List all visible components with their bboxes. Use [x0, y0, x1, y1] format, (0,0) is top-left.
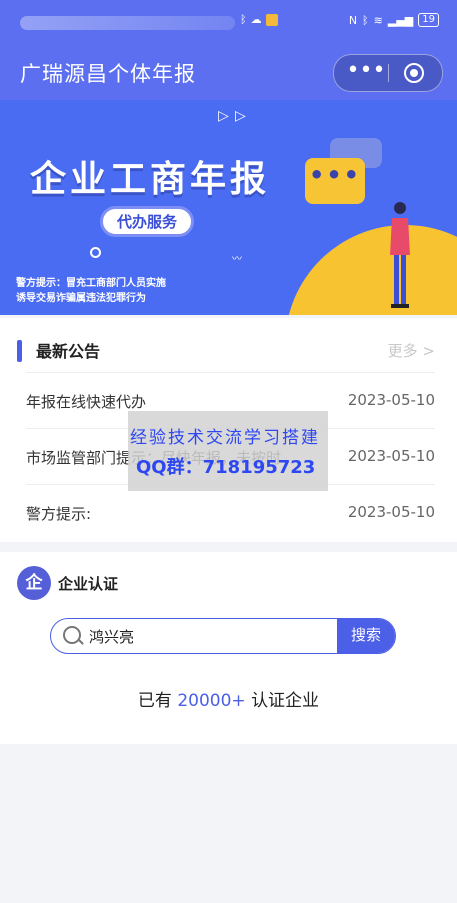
- cloud-icon: ☁: [250, 13, 262, 26]
- notice-item-title: 年报在线快速代办: [26, 393, 147, 411]
- nfc-icon: N: [348, 13, 358, 27]
- banner-headline: 企业工商年报: [30, 159, 271, 200]
- notice-title: 最新公告: [36, 342, 101, 361]
- battery-icon: 19: [418, 13, 439, 27]
- wifi-icon: ≋: [373, 13, 383, 27]
- chat-bubble-icon: •••: [305, 158, 365, 204]
- ring-decoration: [90, 247, 101, 258]
- watermark-line: QQ群：718195723: [136, 457, 316, 478]
- banner[interactable]: ▷ ▷ ••• 企业工商年报 代办服务 〰 警方提示：冒充工商部门人员实施 诱导…: [0, 100, 457, 315]
- status-app-icons: ᛒ ☁: [240, 13, 278, 26]
- banner-warning: 警方提示：冒充工商部门人员实施 诱导交易诈骗属违法犯罪行为: [16, 276, 166, 306]
- play-icon: ▷: [218, 108, 229, 124]
- signal-icon: ▂▄▆: [387, 13, 414, 27]
- shield-icon: [265, 13, 278, 26]
- cert-stat-prefix: 已有: [137, 691, 172, 711]
- status-system-icons: N ᛒ ≋ ▂▄▆ 19: [349, 13, 439, 27]
- cert-stat-suffix: 认证企业: [251, 691, 320, 711]
- play-icon: ▷: [235, 108, 246, 124]
- search-button[interactable]: 搜索: [337, 619, 395, 653]
- watermark: 经验技术交流学习搭建 QQ群：718195723: [128, 411, 328, 491]
- notice-item[interactable]: 警方提示: 2023-05-10: [26, 484, 435, 541]
- status-bar: ᛒ ☁ N ᛒ ≋ ▂▄▆ 19: [0, 12, 457, 36]
- page-title: 广瑞源昌个体年报: [20, 62, 196, 86]
- wave-decoration: 〰: [232, 254, 242, 265]
- cert-stat: 已有 20000+ 认证企业: [0, 686, 457, 711]
- top-bar: ᛒ ☁ N ᛒ ≋ ▂▄▆ 19 广瑞源昌个体年报 •••: [0, 0, 457, 100]
- cert-card: 企 企业认证 鸿兴亮 搜索 已有 20000+ 认证企业: [0, 552, 457, 744]
- banner-badge: 代办服务: [100, 206, 195, 237]
- target-icon[interactable]: [404, 63, 424, 83]
- cert-stat-count: 20000+: [177, 691, 246, 711]
- more-dots-icon[interactable]: •••: [346, 60, 386, 84]
- more-link[interactable]: 更多 >: [388, 340, 435, 361]
- company-logo-icon: 企: [17, 566, 51, 600]
- watermark-line: 经验技术交流学习搭建: [130, 428, 320, 448]
- bluetooth-icon: ᛒ: [240, 13, 247, 26]
- notice-item-date: 2023-05-10: [347, 391, 435, 409]
- notice-item-date: 2023-05-10: [347, 503, 435, 521]
- banner-warning-line: 警方提示：冒充工商部门人员实施: [16, 278, 166, 289]
- banner-warning-line: 诱导交易诈骗属违法犯罪行为: [16, 293, 146, 304]
- section-accent-bar: [17, 340, 22, 362]
- search-input[interactable]: 鸿兴亮: [89, 626, 134, 647]
- person-illustration: [390, 202, 410, 308]
- search-box: 鸿兴亮 搜索: [50, 618, 396, 654]
- cert-title: 企业认证: [58, 575, 119, 593]
- sun-graphic: [285, 225, 457, 315]
- miniprogram-capsule: •••: [333, 54, 443, 92]
- status-blur: [20, 16, 235, 30]
- capsule-divider: [388, 64, 389, 82]
- search-icon: [63, 626, 81, 644]
- bluetooth-icon: ᛒ: [362, 13, 369, 27]
- notice-item-title: 警方提示:: [26, 505, 92, 523]
- notice-item-date: 2023-05-10: [347, 447, 435, 465]
